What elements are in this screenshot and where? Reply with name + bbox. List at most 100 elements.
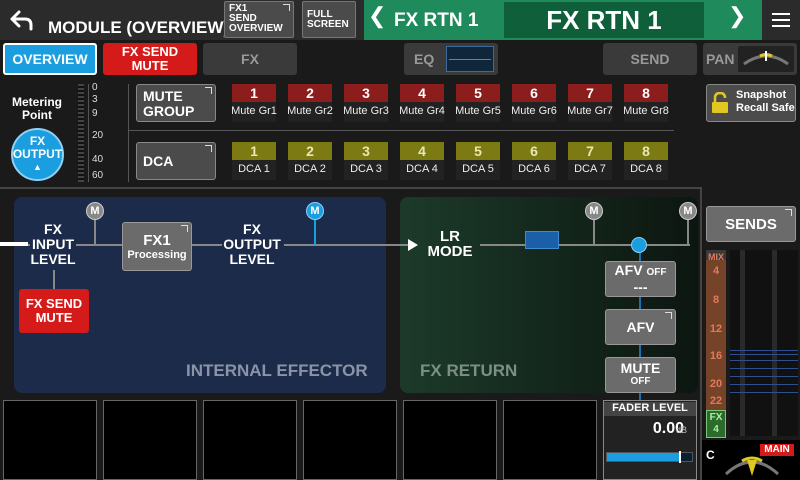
divider <box>128 84 129 182</box>
dca-button[interactable]: DCA <box>136 142 216 180</box>
mute-group-cell-6[interactable]: 6 Mute Gr6 <box>511 84 557 122</box>
lr-mode-label[interactable]: LR MODE <box>420 229 480 259</box>
empty-slot[interactable] <box>203 400 297 480</box>
fx-send-badge: FX 4 <box>706 410 726 438</box>
prev-channel-button[interactable]: ❮ <box>368 3 386 29</box>
fx-output-level-line-2: OUTPUT <box>223 236 281 252</box>
mute-group-number: 2 <box>288 84 332 102</box>
mute-group-label: Mute Gr4 <box>399 105 445 117</box>
tab-overview[interactable]: OVERVIEW <box>3 43 97 75</box>
fader-level-unit: dB <box>676 425 688 435</box>
external-link-icon <box>205 87 212 94</box>
sends-button[interactable]: SENDS <box>706 206 796 242</box>
mute-button-title: MUTE <box>620 360 661 376</box>
fx-badge-line-2: 4 <box>713 424 719 435</box>
dca-label: DCA 8 <box>630 163 662 175</box>
tab-fx-send-mute-line-2: MUTE <box>131 58 169 73</box>
metering-point-button[interactable]: FX OUTPUT ▲ <box>11 128 64 181</box>
fx-output-level-line-3: LEVEL <box>229 251 275 267</box>
dca-number: 5 <box>456 142 500 160</box>
next-channel-button[interactable]: ❯ <box>728 3 746 29</box>
dca-number: 4 <box>400 142 444 160</box>
external-link-icon <box>665 312 672 319</box>
lr-mode-line-1: LR <box>440 228 460 245</box>
meter-point-marker[interactable]: M <box>86 202 104 220</box>
dca-cell-3[interactable]: 3 DCA 3 <box>344 142 388 180</box>
mute-group-number: 3 <box>344 84 388 102</box>
empty-slot[interactable] <box>303 400 397 480</box>
empty-slot[interactable] <box>503 400 597 480</box>
mute-button[interactable]: MUTE OFF <box>605 357 676 393</box>
divider <box>128 130 674 131</box>
mute-group-line-2: GROUP <box>143 103 195 119</box>
external-link-icon <box>205 145 212 152</box>
fader-level-title: FADER LEVEL <box>604 402 696 416</box>
mute-group-number: 4 <box>400 84 444 102</box>
afv-setting-value: --- <box>633 279 648 295</box>
dca-cell-6[interactable]: 6 DCA 6 <box>512 142 556 180</box>
divider <box>700 187 702 480</box>
empty-slot[interactable] <box>3 400 97 480</box>
mute-group-cell-4[interactable]: 4 Mute Gr4 <box>399 84 445 122</box>
empty-slot[interactable] <box>103 400 197 480</box>
fx-badge-line-1: FX <box>709 412 723 423</box>
afv-state-button[interactable]: AFV OFF --- <box>605 261 676 297</box>
fader-level-bar[interactable] <box>606 451 693 463</box>
mute-group-number: 7 <box>568 84 612 102</box>
mute-group-cell-2[interactable]: 2 Mute Gr2 <box>287 84 333 122</box>
menu-button[interactable] <box>762 0 800 40</box>
fader-level-thumb[interactable] <box>679 451 682 463</box>
mute-group-cell-8[interactable]: 8 Mute Gr8 <box>623 84 669 122</box>
full-screen-button[interactable]: FULL SCREEN <box>302 1 356 38</box>
dca-cell-2[interactable]: 2 DCA 2 <box>288 142 332 180</box>
meter-point-marker[interactable]: M <box>585 202 603 220</box>
lock-icon <box>712 92 728 113</box>
mute-group-cell-3[interactable]: 3 Mute Gr3 <box>343 84 389 122</box>
tab-fx-send-mute[interactable]: FX SEND MUTE <box>103 43 197 75</box>
fx1-send-overview-button[interactable]: FX1 SEND OVERVIEW <box>224 1 294 38</box>
eq-curve-thumbnail <box>446 46 494 72</box>
fx1-processing-button[interactable]: FX1 Processing <box>122 222 192 271</box>
sends-button-label: SENDS <box>725 215 777 233</box>
back-button[interactable] <box>0 0 44 40</box>
main-badge: MAIN <box>760 444 794 456</box>
mute-group-cell-5[interactable]: 5 Mute Gr5 <box>455 84 501 122</box>
dca-cell-1[interactable]: 1 DCA 1 <box>232 142 276 180</box>
dca-label: DCA 3 <box>350 163 382 175</box>
pan-thumbnail <box>738 46 794 72</box>
meter-scale-tick: 3 <box>92 94 98 105</box>
dca-cell-5[interactable]: 5 DCA 5 <box>456 142 500 180</box>
mix-number: 12 <box>709 323 723 335</box>
send-point-knob[interactable] <box>631 237 647 253</box>
dca-label: DCA 5 <box>462 163 494 175</box>
dca-button-label: DCA <box>143 153 174 169</box>
mute-button-state: OFF <box>630 376 651 387</box>
fx-send-mute-button[interactable]: FX SEND MUTE <box>19 289 89 333</box>
lr-mode-slider[interactable] <box>525 231 559 249</box>
dca-number: 8 <box>624 142 668 160</box>
meter-scale-tick: 9 <box>92 108 98 119</box>
dca-label: DCA 4 <box>406 163 438 175</box>
dca-cell-4[interactable]: 4 DCA 4 <box>400 142 444 180</box>
dca-label: DCA 1 <box>238 163 270 175</box>
metering-label-line-2: Point <box>22 108 52 122</box>
empty-slot[interactable] <box>403 400 497 480</box>
fx1-send-line-3: OVERVIEW <box>229 23 283 34</box>
tab-send[interactable]: SEND <box>603 43 697 75</box>
meter-point-marker[interactable]: M <box>679 202 697 220</box>
tab-fx[interactable]: FX <box>203 43 297 75</box>
internal-effector-label: INTERNAL EFFECTOR <box>186 361 368 380</box>
dca-number: 6 <box>512 142 556 160</box>
mix-number: 4 <box>712 265 720 277</box>
dca-cell-8[interactable]: 8 DCA 8 <box>624 142 668 180</box>
mute-group-cell-7[interactable]: 7 Mute Gr7 <box>567 84 613 122</box>
tab-fx-send-mute-line-1: FX SEND <box>121 44 179 59</box>
mute-group-cell-1[interactable]: 1 Mute Gr1 <box>231 84 277 122</box>
afv-button[interactable]: AFV <box>605 309 676 345</box>
dca-cell-7[interactable]: 7 DCA 7 <box>568 142 612 180</box>
channel-name[interactable]: FX RTN 1 <box>504 2 704 38</box>
metering-point-line-2: OUTPUT <box>12 147 63 161</box>
mute-group-button[interactable]: MUTE GROUP <box>136 84 216 122</box>
meter-scale-tick: 0 <box>92 82 98 93</box>
meter-point-marker-selected[interactable]: M <box>306 202 324 220</box>
